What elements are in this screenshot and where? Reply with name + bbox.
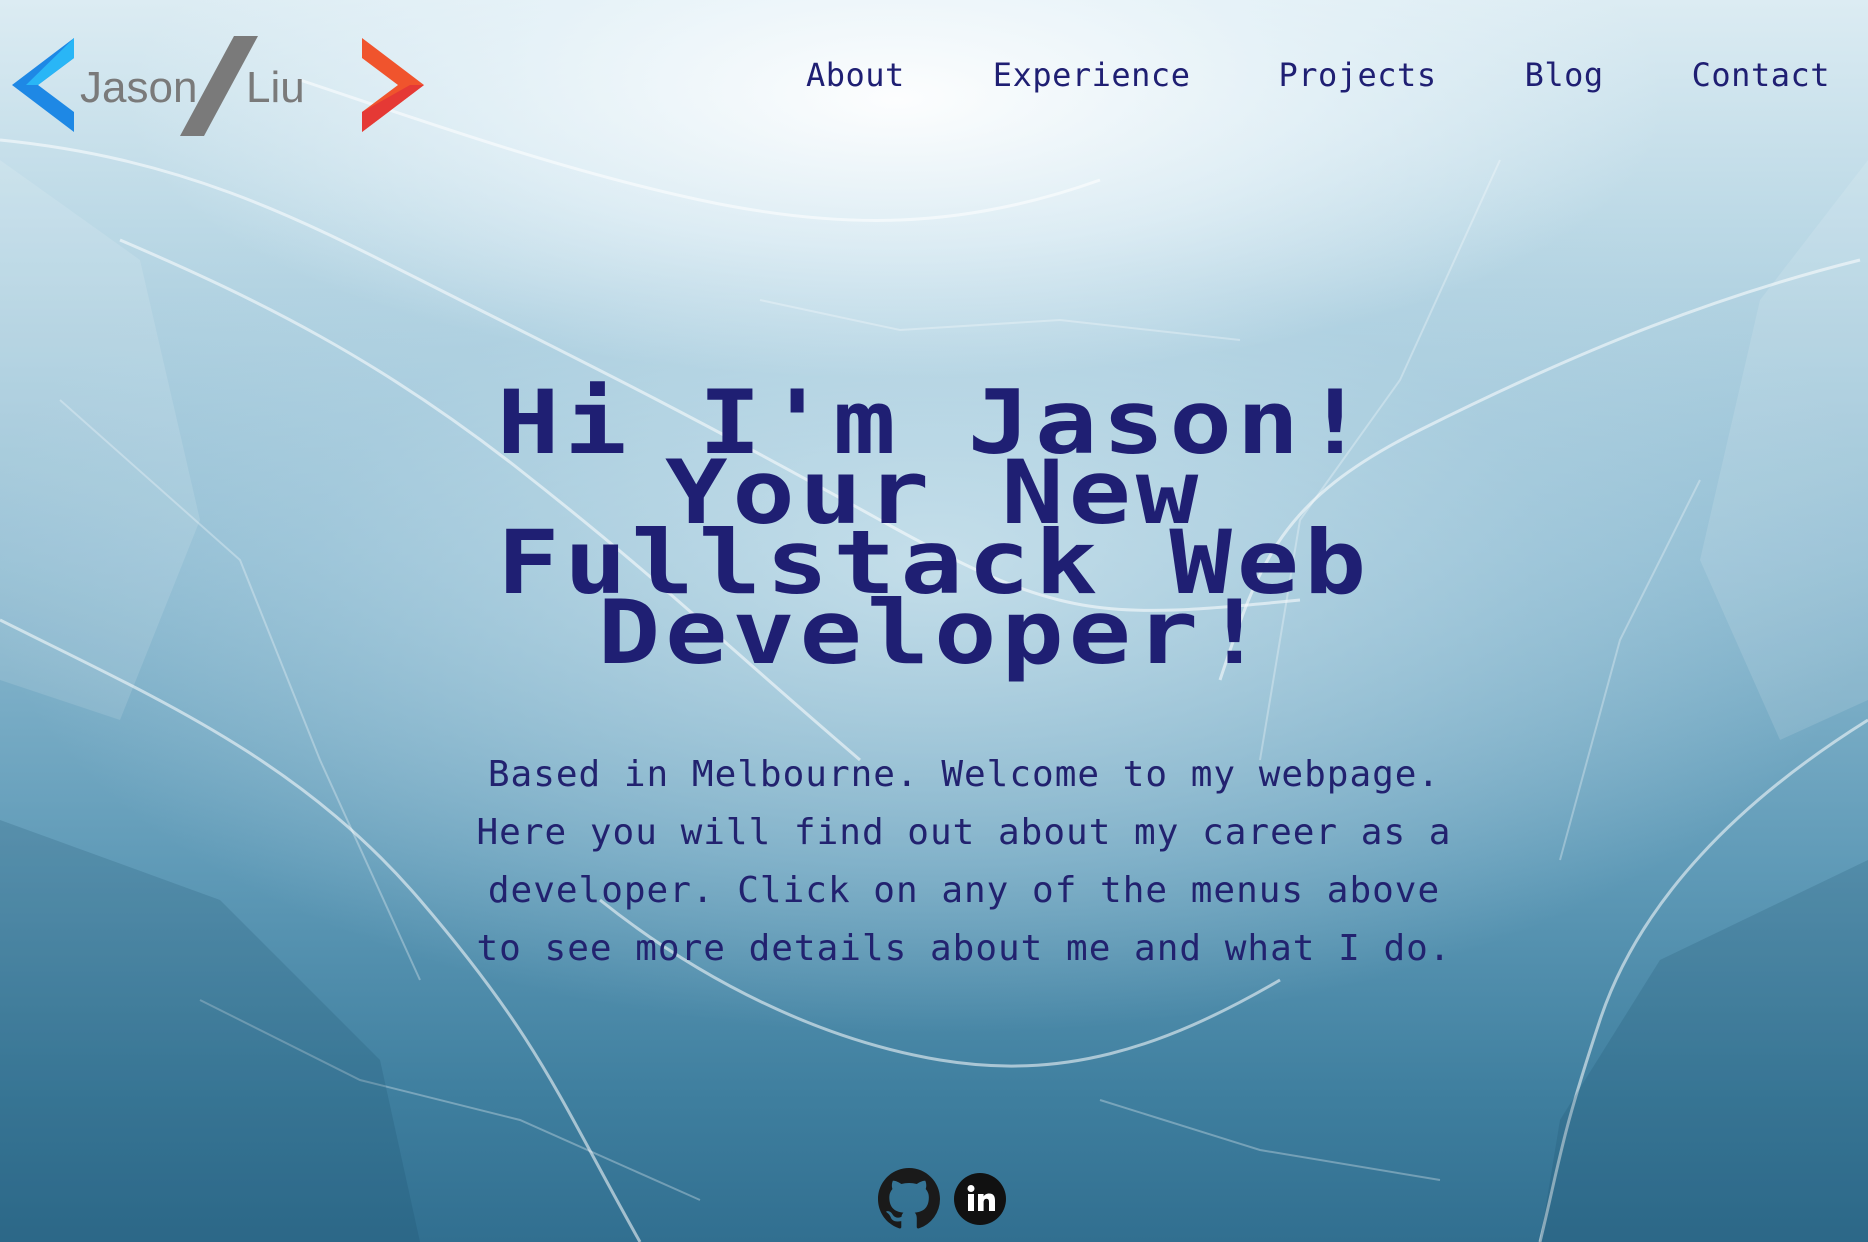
github-icon [878,1168,940,1229]
nav-contact[interactable]: Contact [1692,56,1830,94]
nav-experience[interactable]: Experience [993,56,1191,94]
linkedin-link[interactable] [954,1173,1006,1225]
nav-blog[interactable]: Blog [1525,56,1604,94]
nav-projects[interactable]: Projects [1278,56,1436,94]
logo-last-name: Liu [246,63,305,112]
main-nav: About Experience Projects Blog Contact [718,56,1830,94]
github-link[interactable] [878,1168,940,1230]
nav-about[interactable]: About [806,56,905,94]
site-logo[interactable]: Jason Liu [10,30,430,140]
hero-title: Hi I'm Jason! Your New Fullstack Web Dev… [344,379,1524,677]
logo-first-name: Jason [80,63,197,112]
site-header: Jason Liu About Experience Projects Blog… [0,0,1868,170]
social-links [878,1168,1006,1230]
hero-description: Based in Melbourne. Welcome to my webpag… [476,754,1452,969]
linkedin-icon [954,1173,1006,1225]
